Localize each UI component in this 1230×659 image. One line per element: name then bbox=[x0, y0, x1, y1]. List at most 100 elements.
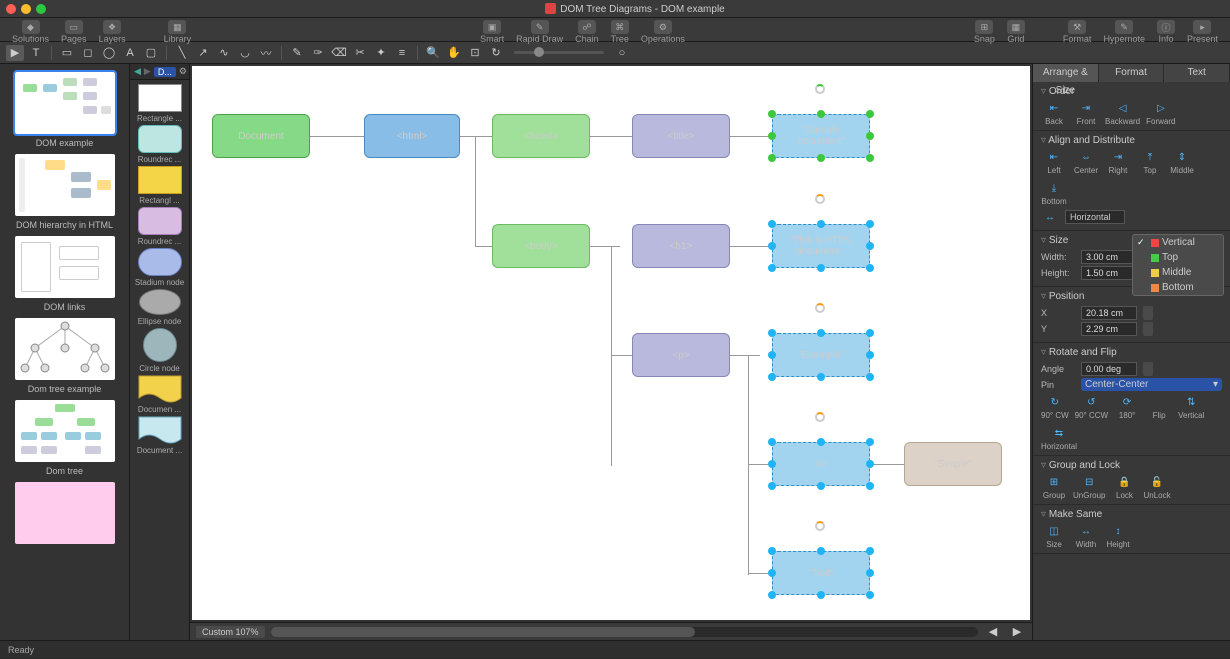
ellipse-tool[interactable]: ◯ bbox=[100, 45, 118, 61]
node-text[interactable]: "Text" bbox=[772, 551, 870, 595]
btn-flip-h[interactable]: ⇆Horizontal bbox=[1041, 426, 1077, 451]
node-body[interactable]: <body> bbox=[492, 224, 590, 268]
tb-format[interactable]: ⚒Format bbox=[1059, 18, 1096, 44]
maximize-icon[interactable] bbox=[36, 4, 46, 14]
node-h1[interactable]: <h1> bbox=[632, 224, 730, 268]
line-tool[interactable]: ╲ bbox=[173, 45, 191, 61]
rotate-tool[interactable]: ↻ bbox=[487, 45, 505, 61]
eraser-tool[interactable]: ⌫ bbox=[330, 45, 348, 61]
tb-chain[interactable]: ☍Chain bbox=[571, 18, 603, 44]
zoom-label[interactable]: Custom 107% bbox=[196, 626, 265, 638]
zoom-slider[interactable] bbox=[514, 51, 604, 54]
node-simple[interactable]: "Simple" bbox=[904, 442, 1002, 486]
node-title[interactable]: <title> bbox=[632, 114, 730, 158]
lib-breadcrumb[interactable]: D... bbox=[154, 67, 176, 77]
x-input[interactable]: 20.18 cm bbox=[1081, 306, 1137, 320]
canvas-hscroll[interactable] bbox=[271, 627, 978, 637]
tb-pages[interactable]: ▭Pages bbox=[57, 18, 91, 44]
tb-library[interactable]: ▦Library bbox=[160, 18, 196, 44]
tb-tree[interactable]: ⌘Tree bbox=[607, 18, 633, 44]
crop-tool[interactable]: ⊡ bbox=[466, 45, 484, 61]
btn-align-center[interactable]: ⇔Center bbox=[1073, 150, 1099, 175]
page-thumb-4[interactable]: Dom tree bbox=[10, 400, 119, 476]
node-head[interactable]: <head> bbox=[492, 114, 590, 158]
block-tool[interactable]: ▢ bbox=[142, 45, 160, 61]
x-stepper[interactable] bbox=[1143, 306, 1153, 320]
lib-menu-icon[interactable]: ⚙ bbox=[179, 66, 187, 77]
distribute-select[interactable]: Horizontal bbox=[1065, 210, 1125, 224]
align-tool[interactable]: ≡ bbox=[393, 45, 411, 61]
lib-item-2[interactable]: Rectangl ... bbox=[134, 166, 185, 205]
node-this-is-html[interactable]: "This is HTML document " bbox=[772, 224, 870, 268]
btn-align-left[interactable]: ⇤Left bbox=[1041, 150, 1067, 175]
page-next-icon[interactable]: ▶ bbox=[1008, 624, 1026, 640]
node-sample-doc[interactable]: "Sample document" bbox=[772, 114, 870, 158]
tb-hypernote[interactable]: ✎Hypernote bbox=[1099, 18, 1149, 44]
page-thumb-5[interactable] bbox=[10, 482, 119, 544]
btn-front[interactable]: ⇥Front bbox=[1073, 101, 1099, 126]
btn-flip-v[interactable]: ⇅Vertical bbox=[1178, 395, 1204, 420]
btn-unlock[interactable]: 🔓UnLock bbox=[1143, 475, 1170, 500]
lib-fwd-icon[interactable]: ▶ bbox=[144, 66, 151, 77]
btn-same-height[interactable]: ↕Height bbox=[1105, 524, 1131, 549]
tb-rapid[interactable]: ✎Rapid Draw bbox=[512, 18, 567, 44]
dd-vertical[interactable]: Vertical bbox=[1133, 235, 1223, 250]
arrow-tool[interactable]: ↗ bbox=[194, 45, 212, 61]
lib-back-icon[interactable]: ◀ bbox=[134, 66, 141, 77]
node-p[interactable]: <p> bbox=[632, 333, 730, 377]
zoom-thumb[interactable] bbox=[534, 47, 544, 57]
text-tool[interactable]: T bbox=[27, 45, 45, 61]
btn-ungroup[interactable]: ⊟UnGroup bbox=[1073, 475, 1105, 500]
tb-layers[interactable]: ❖Layers bbox=[95, 18, 130, 44]
btn-180[interactable]: ⟳180° bbox=[1114, 395, 1140, 420]
y-stepper[interactable] bbox=[1143, 322, 1153, 336]
dd-middle[interactable]: Middle bbox=[1133, 265, 1223, 280]
brush-tool[interactable]: ✎ bbox=[288, 45, 306, 61]
btn-90cw[interactable]: ↻90° CW bbox=[1041, 395, 1069, 420]
node-document[interactable]: Document bbox=[212, 114, 310, 158]
lib-item-0[interactable]: Rectangle ... bbox=[134, 84, 185, 123]
btn-90ccw[interactable]: ↺90° CCW bbox=[1075, 395, 1108, 420]
arc-tool[interactable]: ◡ bbox=[236, 45, 254, 61]
tab-arrange[interactable]: Arrange & Size bbox=[1033, 64, 1099, 82]
minimize-icon[interactable] bbox=[21, 4, 31, 14]
canvas[interactable]: Document <html> <head> <title> <body> <h… bbox=[192, 66, 1030, 620]
tb-ops[interactable]: ⚙Operations bbox=[637, 18, 689, 44]
tb-present[interactable]: ▸Present bbox=[1183, 18, 1222, 44]
btn-align-middle[interactable]: ⇕Middle bbox=[1169, 150, 1195, 175]
dd-top[interactable]: Top bbox=[1133, 250, 1223, 265]
pointer-tool[interactable]: ▶ bbox=[6, 45, 24, 61]
page-thumb-2[interactable]: DOM links bbox=[10, 236, 119, 312]
node-html[interactable]: <html> bbox=[364, 114, 460, 158]
lib-item-6[interactable]: Circle node bbox=[134, 328, 185, 373]
btn-backward[interactable]: ◁Backward bbox=[1105, 101, 1140, 126]
zoom-tool[interactable]: 🔍 bbox=[424, 45, 442, 61]
spline-tool[interactable]: 〰 bbox=[257, 45, 275, 61]
tb-solutions[interactable]: ◆Solutions bbox=[8, 18, 53, 44]
roundrect-tool[interactable]: ◻ bbox=[79, 45, 97, 61]
rect-tool[interactable]: ▭ bbox=[58, 45, 76, 61]
node-example[interactable]: "Example" bbox=[772, 333, 870, 377]
btn-align-right[interactable]: ⇥Right bbox=[1105, 150, 1131, 175]
tb-smart[interactable]: ▣Smart bbox=[476, 18, 508, 44]
tab-format[interactable]: Format bbox=[1099, 64, 1165, 82]
btn-same-width[interactable]: ↔Width bbox=[1073, 524, 1099, 549]
angle-input[interactable]: 0.00 deg bbox=[1081, 362, 1137, 376]
lib-item-7[interactable]: Documen ... bbox=[134, 375, 185, 414]
width-input[interactable]: 3.00 cm bbox=[1081, 250, 1137, 264]
tb-grid[interactable]: ▦Grid bbox=[1003, 18, 1029, 44]
lib-item-4[interactable]: Stadium node bbox=[134, 248, 185, 287]
pen-tool[interactable]: ✑ bbox=[309, 45, 327, 61]
wand-tool[interactable]: ✦ bbox=[372, 45, 390, 61]
connector-tool[interactable]: ∿ bbox=[215, 45, 233, 61]
tb-info[interactable]: ⓘInfo bbox=[1153, 18, 1179, 44]
knife-tool[interactable]: ✂ bbox=[351, 45, 369, 61]
btn-align-bottom[interactable]: ⤓Bottom bbox=[1041, 181, 1067, 206]
lib-item-8[interactable]: Document ... bbox=[134, 416, 185, 455]
btn-same-size[interactable]: ◫Size bbox=[1041, 524, 1067, 549]
pin-select[interactable]: Center-Center▾ bbox=[1081, 378, 1222, 391]
angle-stepper[interactable] bbox=[1143, 362, 1153, 376]
hand-tool[interactable]: ✋ bbox=[445, 45, 463, 61]
btn-lock[interactable]: 🔒Lock bbox=[1111, 475, 1137, 500]
node-i[interactable]: <i> bbox=[772, 442, 870, 486]
